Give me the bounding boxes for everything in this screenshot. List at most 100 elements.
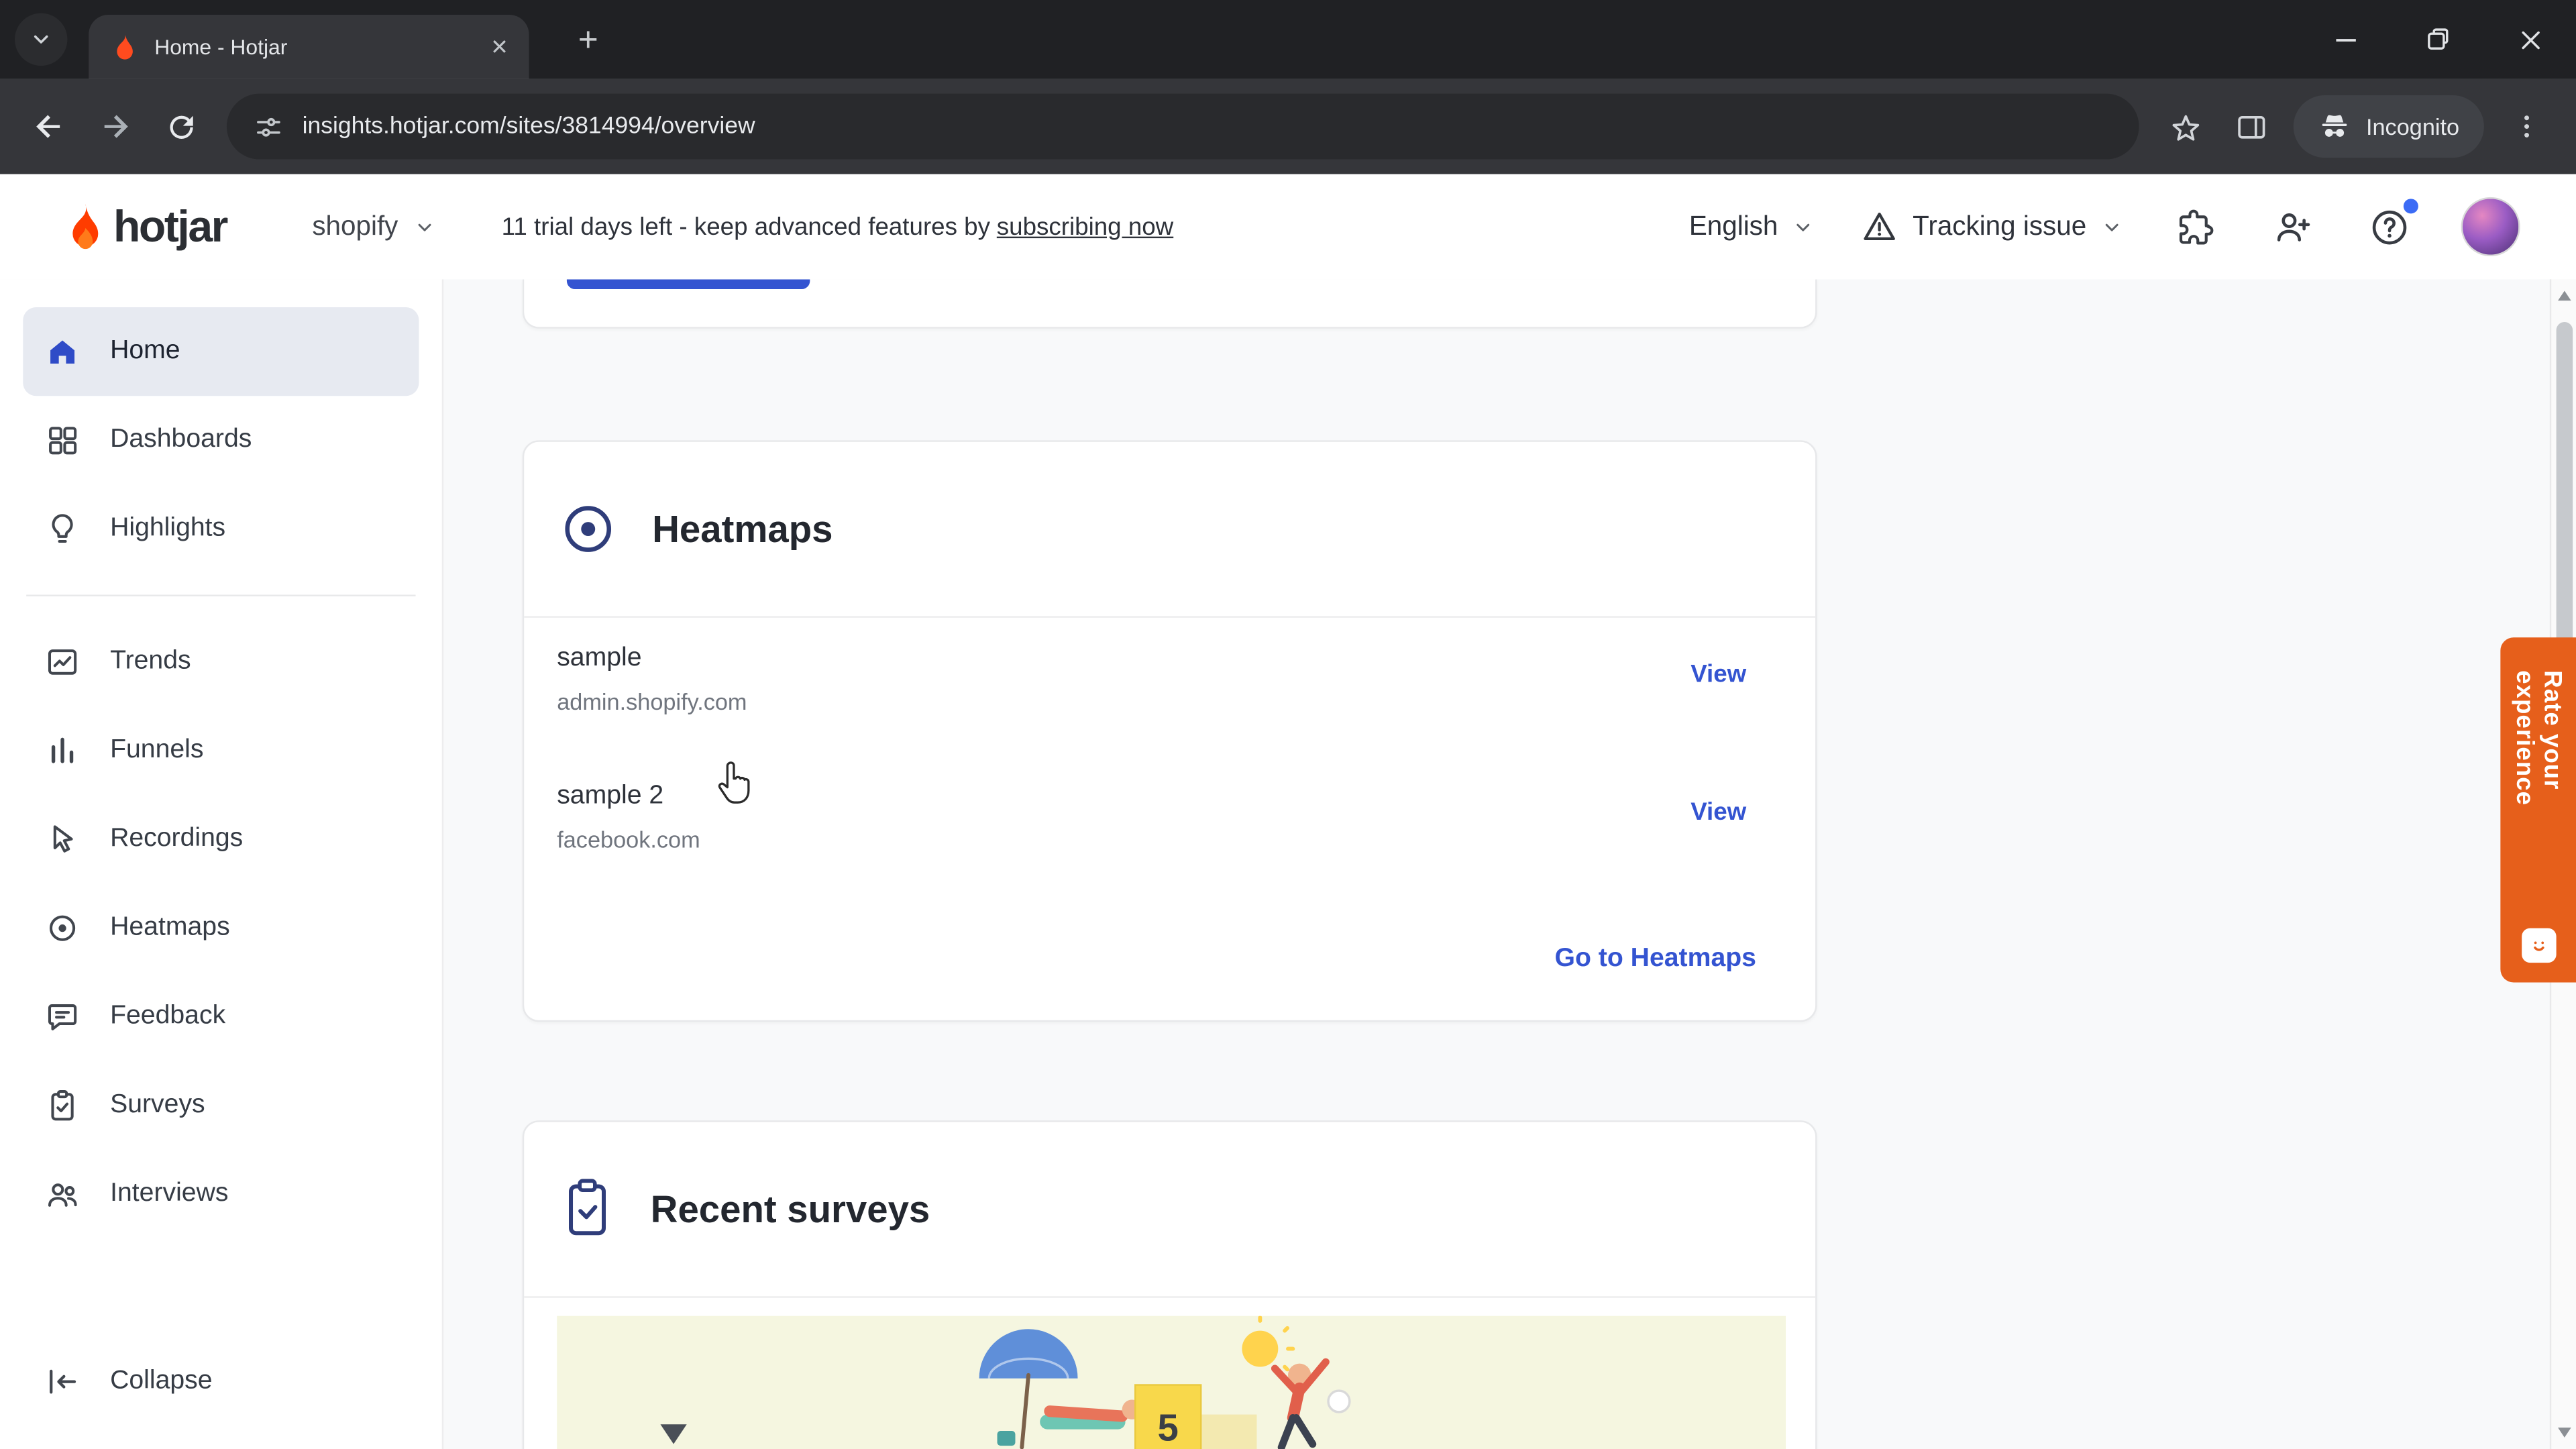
- hotjar-favicon: [117, 32, 133, 59]
- chevron-down-icon: [2105, 223, 2118, 231]
- partial-button[interactable]: [566, 279, 810, 290]
- bookmark-icon: [2171, 114, 2199, 140]
- hotjar-flame-icon: [72, 203, 99, 248]
- browser-menu-button[interactable]: [2494, 94, 2560, 160]
- surveys-card-icon: [569, 1179, 606, 1236]
- help-icon: [2371, 209, 2406, 244]
- url-text: insights.hotjar.com/sites/3814994/overvi…: [302, 113, 755, 140]
- sidebar-item-dashboards[interactable]: Dashboards: [23, 396, 419, 484]
- browser-tab[interactable]: Home - Hotjar ✕: [89, 15, 529, 79]
- new-tab-button[interactable]: +: [568, 21, 608, 61]
- heatmaps-card-icon: [565, 506, 612, 552]
- sidebar-item-surveys[interactable]: Surveys: [23, 1061, 419, 1150]
- menu-icon: [2524, 115, 2530, 138]
- address-bar[interactable]: insights.hotjar.com/sites/3814994/overvi…: [226, 93, 2139, 160]
- browser-tab-strip: Home - Hotjar ✕ +: [0, 0, 2576, 79]
- tab-close-icon[interactable]: ✕: [483, 30, 516, 63]
- view-link[interactable]: View: [1690, 798, 1746, 826]
- help-button[interactable]: [2364, 199, 2418, 251]
- bookmark-button[interactable]: [2153, 94, 2218, 160]
- heatmap-row[interactable]: sample admin.shopify.com View: [524, 618, 1815, 756]
- main-content: Heatmaps sample admin.shopify.com View s…: [443, 279, 2550, 1449]
- tracking-issue-menu[interactable]: Tracking issue: [1862, 209, 2123, 245]
- sidebar-item-label: Trends: [110, 647, 191, 676]
- integrations-button[interactable]: [2170, 202, 2219, 251]
- surveys-icon: [44, 1087, 80, 1124]
- sidebar-item-label: Dashboards: [110, 425, 252, 453]
- minimize-button[interactable]: [2300, 0, 2392, 79]
- collapse-button[interactable]: Collapse: [23, 1337, 419, 1426]
- heatmap-site: admin.shopify.com: [557, 688, 747, 715]
- heatmaps-card-header: Heatmaps: [524, 442, 1816, 618]
- sidebar-item-label: Heatmaps: [110, 913, 230, 942]
- sidebar-collapse: Collapse: [0, 1337, 442, 1426]
- minimize-icon: [2336, 39, 2356, 42]
- sidebar-item-feedback[interactable]: Feedback: [23, 973, 419, 1061]
- window-controls: [2300, 0, 2576, 79]
- side-panel-button[interactable]: [2218, 94, 2284, 160]
- back-button[interactable]: [16, 94, 82, 160]
- rate-experience-label: Rate your experience: [2510, 670, 2567, 806]
- warning-icon: [1864, 212, 1896, 241]
- reload-button[interactable]: [148, 94, 213, 160]
- view-link[interactable]: View: [1690, 660, 1746, 688]
- avatar[interactable]: [2461, 197, 2520, 257]
- go-to-heatmaps-link[interactable]: Go to Heatmaps: [1555, 945, 1756, 974]
- smiley-icon: [2520, 928, 2556, 963]
- restore-icon: [2428, 28, 2449, 50]
- sidebar-item-home[interactable]: Home: [23, 307, 419, 396]
- highlights-icon: [44, 511, 80, 547]
- sidebar-item-interviews[interactable]: Interviews: [23, 1150, 419, 1238]
- trial-text: 11 trial days left - keep advanced featu…: [501, 213, 991, 241]
- heatmap-row[interactable]: sample 2 facebook.com View: [524, 756, 1815, 894]
- tab-search-button[interactable]: [15, 13, 68, 66]
- subscribe-link[interactable]: subscribing now: [997, 213, 1173, 241]
- chevron-down-icon: [419, 223, 432, 231]
- screen: Home - Hotjar ✕ + insights.hotjar.com/si…: [0, 0, 2576, 1449]
- sidebar: Home Dashboards Highlights Trends Funnel…: [0, 279, 444, 1449]
- invite-user-icon: [2276, 212, 2310, 241]
- sidebar-item-label: Interviews: [110, 1179, 229, 1208]
- forward-button[interactable]: [82, 94, 148, 160]
- surveys-illustration: 5: [557, 1316, 1786, 1449]
- invite-user-button[interactable]: [2267, 202, 2316, 251]
- app-header: hotjar shopify 11 trial days left - keep…: [0, 174, 2576, 280]
- sidebar-item-heatmaps[interactable]: Heatmaps: [23, 884, 419, 973]
- beach-illustration: 5: [660, 1316, 1351, 1449]
- chevron-down-icon: [1796, 223, 1810, 231]
- scroll-down-arrow[interactable]: [2551, 1419, 2576, 1446]
- forward-icon: [104, 115, 128, 138]
- sidebar-item-funnels[interactable]: Funnels: [23, 706, 419, 795]
- trial-banner: 11 trial days left - keep advanced featu…: [502, 213, 1174, 241]
- sidebar-item-recordings[interactable]: Recordings: [23, 795, 419, 883]
- funnels-icon: [44, 733, 80, 769]
- incognito-label: Incognito: [2365, 113, 2460, 140]
- recent-surveys-card: Recent surveys 5: [522, 1120, 1817, 1449]
- sidebar-item-label: Home: [110, 337, 180, 365]
- site-info-icon[interactable]: [253, 111, 284, 142]
- sidebar-item-highlights[interactable]: Highlights: [23, 484, 419, 573]
- close-window-button[interactable]: [2484, 0, 2576, 79]
- heatmaps-card-title: Heatmaps: [652, 506, 833, 550]
- collapse-label: Collapse: [110, 1366, 213, 1395]
- site-selector-label: shopify: [312, 211, 398, 241]
- recordings-icon: [44, 821, 80, 857]
- restore-button[interactable]: [2392, 0, 2484, 79]
- partial-card-top: [522, 279, 1817, 329]
- site-selector[interactable]: shopify: [312, 211, 435, 243]
- sidebar-item-trends[interactable]: Trends: [23, 618, 419, 706]
- incognito-badge: Incognito: [2294, 95, 2484, 158]
- language-label: English: [1688, 211, 1778, 241]
- scroll-up-arrow[interactable]: [2551, 282, 2576, 309]
- trends-icon: [44, 644, 80, 680]
- tab-title: Home - Hotjar: [154, 34, 288, 60]
- logo-text: hotjar: [113, 201, 228, 251]
- podium-number: 5: [1158, 1407, 1179, 1449]
- scrollbar-thumb[interactable]: [2556, 322, 2573, 651]
- close-icon: [2521, 30, 2539, 48]
- rate-experience-tab[interactable]: Rate your experience: [2500, 637, 2576, 983]
- hotjar-logo[interactable]: hotjar: [66, 201, 228, 252]
- sidebar-nav: Home Dashboards Highlights Trends Funnel…: [0, 279, 442, 1238]
- sidebar-item-label: Surveys: [110, 1091, 205, 1119]
- language-selector[interactable]: English: [1689, 211, 1814, 243]
